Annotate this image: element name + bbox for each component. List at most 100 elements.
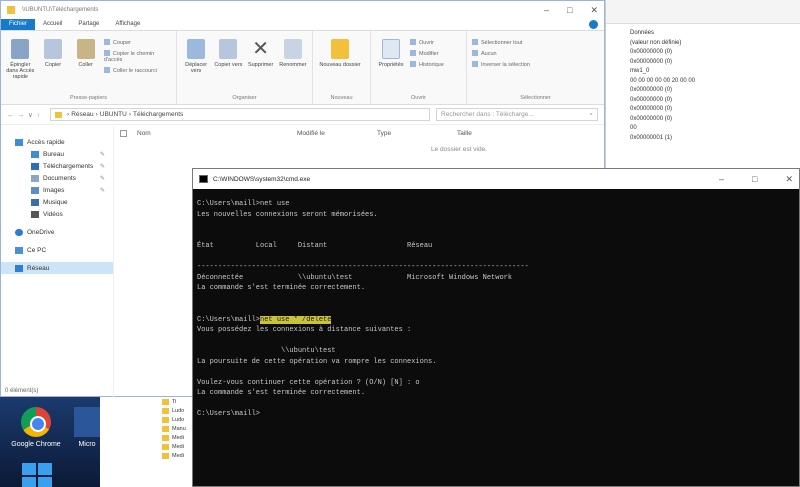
address-bar-row: ←→∨↑ › Réseau › UBUNTU › Téléchargements…	[1, 105, 604, 125]
folder-row[interactable]: Ludo	[100, 406, 200, 415]
panel-line[interactable]: 0x00000001 (1)	[630, 135, 800, 145]
delete-icon: ✕	[252, 38, 269, 60]
panel-line[interactable]: 00	[630, 125, 800, 135]
folder-row[interactable]: Ti	[100, 397, 200, 406]
nav-quick-access[interactable]: Accès rapide	[1, 136, 113, 148]
pin-quick-access-button[interactable]: Épingler dans Accès rapide	[6, 35, 35, 104]
empty-folder-message: Le dossier est vide.	[430, 146, 487, 153]
nav-buttons[interactable]: ←→∨↑	[7, 111, 44, 119]
app-icon	[74, 407, 100, 437]
copy-to-button[interactable]: Copier vers	[214, 35, 242, 104]
column-size[interactable]: Taille	[457, 130, 517, 137]
delete-button[interactable]: ✕ Supprimer	[247, 35, 275, 104]
maximize-icon[interactable]: □	[752, 174, 757, 185]
image-icon	[31, 186, 39, 194]
copy-button[interactable]: Copier	[39, 35, 68, 104]
close-icon[interactable]: ✕	[590, 5, 598, 16]
move-to-button[interactable]: Déplacer vers	[182, 35, 210, 104]
star-icon	[15, 138, 23, 146]
status-bar-count: 0 élément(s)	[5, 388, 39, 394]
panel-line[interactable]: 0x00000000 (0)	[630, 87, 800, 97]
nav-item-bureau[interactable]: Bureau ✎	[1, 148, 113, 160]
new-folder-button[interactable]: Nouveau dossier	[318, 35, 362, 104]
select-none-button[interactable]: Aucun	[472, 50, 530, 57]
breadcrumb-item[interactable]: Téléchargements	[133, 111, 183, 118]
nav-onedrive[interactable]: OneDrive	[1, 226, 113, 238]
windows-start-icon[interactable]	[22, 463, 52, 487]
folder-row[interactable]: Medi	[100, 433, 200, 442]
select-all-button[interactable]: Sélectionner tout	[472, 39, 530, 46]
help-icon[interactable]	[589, 20, 598, 29]
pin-icon: ✎	[99, 187, 105, 194]
console-line: ----------------------------------------…	[197, 263, 529, 271]
properties-button[interactable]: Propriétés	[376, 35, 406, 104]
select-all-checkbox[interactable]	[120, 129, 127, 137]
tab-affichage[interactable]: Affichage	[107, 19, 148, 30]
maximize-icon[interactable]: □	[567, 5, 572, 16]
desktop-icon-chrome[interactable]: Google Chrome	[8, 407, 64, 448]
close-icon[interactable]: ✕	[785, 174, 793, 185]
console-line: C:\Users\maill>net use * /delete	[197, 315, 799, 326]
address-bar[interactable]: › Réseau › UBUNTU › Téléchargements	[50, 108, 431, 121]
folder-row[interactable]: Ludo	[100, 415, 200, 424]
pin-icon: ✎	[99, 151, 105, 158]
pin-icon	[11, 39, 30, 59]
nav-this-pc[interactable]: Ce PC	[1, 244, 113, 256]
panel-line[interactable]: 0x00000000 (0)	[630, 97, 800, 107]
desktop-icon-micro[interactable]: Micro	[70, 407, 104, 448]
console-output[interactable]: C:\Users\maill>net use Les nouvelles conn…	[193, 189, 799, 420]
rename-button[interactable]: Renommer	[279, 35, 307, 104]
paste-button[interactable]: Coller	[71, 35, 100, 104]
folder-row[interactable]: Medi	[100, 442, 200, 451]
tab-fichier[interactable]: Fichier	[1, 19, 36, 30]
search-icon: ⌕	[589, 110, 593, 118]
copy-path-button[interactable]: Copier le chemin d'accès	[104, 50, 171, 63]
paste-shortcut-button[interactable]: Coller le raccourci	[104, 67, 171, 74]
panel-line[interactable]: 0x00000000 (0)	[630, 59, 800, 69]
invert-selection-button[interactable]: Inverser la sélection	[472, 61, 530, 68]
console-line: La commande s'est terminée correctement.	[197, 284, 366, 292]
nav-item-documents[interactable]: Documents ✎	[1, 172, 113, 184]
history-button[interactable]: Historique	[410, 61, 444, 68]
properties-icon	[382, 39, 400, 59]
breadcrumb-item[interactable]: Réseau	[71, 111, 93, 118]
group-label: Organiser	[232, 95, 257, 101]
console-line: Vous possédez les connexions à distance …	[197, 326, 412, 334]
tab-partage[interactable]: Partage	[70, 19, 107, 30]
panel-line[interactable]: 00 00 00 00 00 20 00 00	[630, 78, 800, 88]
minimize-icon[interactable]: –	[719, 174, 724, 185]
folder-icon	[7, 6, 15, 14]
column-type[interactable]: Type	[377, 130, 457, 137]
edit-button[interactable]: Modifier	[410, 50, 444, 57]
ribbon-group-clipboard: Épingler dans Accès rapide Copier Coller…	[1, 31, 177, 104]
cut-button[interactable]: Couper	[104, 39, 171, 46]
panel-line[interactable]: mw1_0	[630, 68, 800, 78]
rename-icon	[283, 39, 302, 59]
group-label: Ouvrir	[411, 95, 426, 101]
group-label: Sélectionner	[520, 95, 551, 101]
breadcrumb-item[interactable]: UBUNTU	[100, 111, 127, 118]
nav-network[interactable]: Réseau	[1, 262, 113, 274]
group-label: Nouveau	[330, 95, 353, 101]
column-modified[interactable]: Modifié le	[297, 130, 377, 137]
title-bar[interactable]: \\UBUNTU\Téléchargements – □ ✕	[1, 1, 604, 19]
folder-row[interactable]: Manu	[100, 424, 200, 433]
ribbon-group-organize: Déplacer vers Copier vers ✕ Supprimer Ren…	[177, 31, 313, 104]
nav-item-videos[interactable]: Vidéos	[1, 208, 113, 220]
column-name[interactable]: Nom	[137, 130, 297, 137]
highlighted-command: net use * /delete	[260, 315, 332, 324]
search-input[interactable]: Rechercher dans : Télécharge... ⌕	[436, 108, 598, 121]
minimize-icon[interactable]: –	[544, 5, 549, 16]
panel-line[interactable]: 0x00000000 (0)	[630, 106, 800, 116]
cmd-title-bar[interactable]: C:\WINDOWS\system32\cmd.exe – □ ✕	[193, 169, 799, 189]
nav-item-musique[interactable]: Musique	[1, 196, 113, 208]
nav-item-images[interactable]: Images ✎	[1, 184, 113, 196]
nav-item-telechargements[interactable]: Téléchargements ✎	[1, 160, 113, 172]
folder-row[interactable]: Medi	[100, 451, 200, 460]
panel-line[interactable]: 0x00000000 (0)	[630, 116, 800, 126]
tab-accueil[interactable]: Accueil	[35, 19, 70, 30]
panel-line[interactable]: 0x00000000 (0)	[630, 49, 800, 59]
panel-line[interactable]: (valeur non définie)	[630, 40, 800, 50]
open-button[interactable]: Ouvrir	[410, 39, 444, 46]
